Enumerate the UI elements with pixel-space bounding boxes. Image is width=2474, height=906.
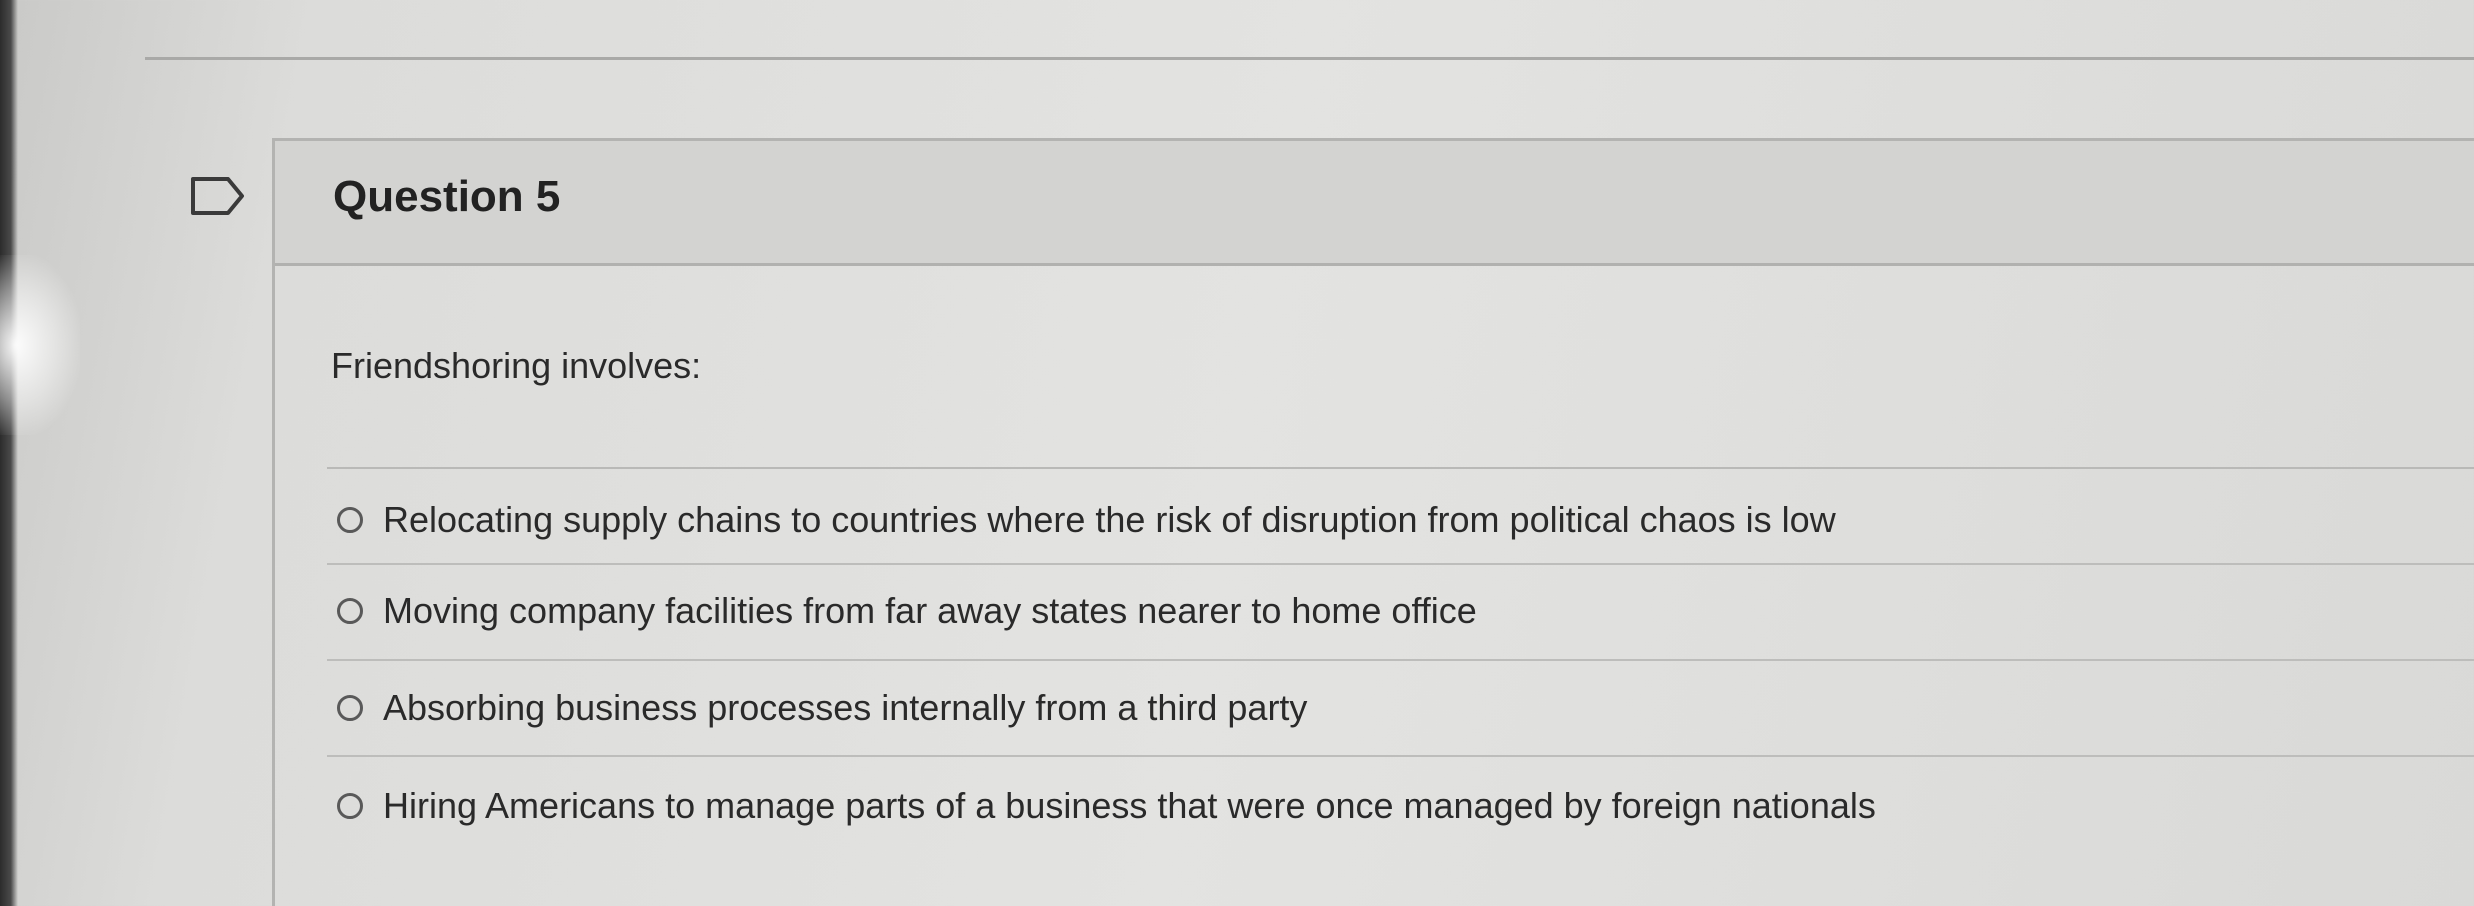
option-divider (327, 563, 2474, 565)
monitor-edge (0, 0, 18, 906)
radio-unchecked-icon[interactable] (337, 793, 363, 819)
answer-option-label: Absorbing business processes internally … (383, 687, 1308, 728)
question-header: Question 5 (275, 141, 2474, 266)
answer-option-3[interactable]: Absorbing business processes internally … (337, 680, 1307, 736)
question-prompt: Friendshoring involves: (331, 345, 702, 386)
screen-glare (0, 255, 80, 435)
answer-option-4[interactable]: Hiring Americans to manage parts of a bu… (337, 778, 1876, 834)
question-title: Question 5 (333, 172, 561, 221)
radio-unchecked-icon[interactable] (337, 598, 363, 624)
answer-option-label: Hiring Americans to manage parts of a bu… (383, 785, 1876, 826)
answer-option-label: Moving company facilities from far away … (383, 590, 1477, 631)
answer-option-label: Relocating supply chains to countries wh… (383, 499, 1836, 540)
prompt-divider (327, 467, 2474, 469)
option-divider (327, 659, 2474, 661)
answer-option-1[interactable]: Relocating supply chains to countries wh… (337, 492, 1836, 548)
radio-unchecked-icon[interactable] (337, 695, 363, 721)
question-card: Question 5 Friendshoring involves: Reloc… (272, 138, 2474, 906)
radio-unchecked-icon[interactable] (337, 507, 363, 533)
flag-icon[interactable] (190, 176, 246, 216)
option-divider (327, 755, 2474, 757)
answer-option-2[interactable]: Moving company facilities from far away … (337, 583, 1477, 639)
previous-question-divider (145, 57, 2474, 60)
